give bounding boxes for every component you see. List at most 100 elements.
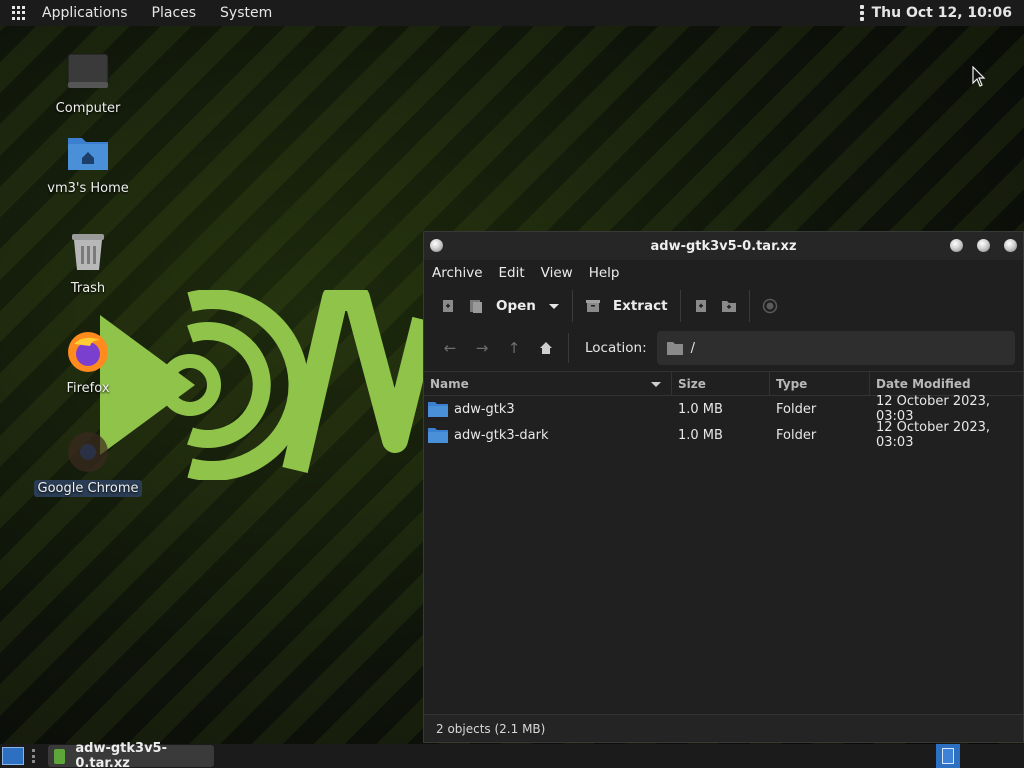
chrome-icon <box>66 430 110 474</box>
home-folder-icon <box>66 130 110 174</box>
window-title: adw-gtk3v5-0.tar.xz <box>650 238 797 254</box>
toolbar: Open Extract <box>424 286 1023 326</box>
file-type: Folder <box>776 427 817 443</box>
extract-button[interactable]: Extract <box>579 291 674 321</box>
file-size: 1.0 MB <box>678 401 723 417</box>
arrow-right-icon: → <box>475 339 489 357</box>
desktop-icon-firefox[interactable]: Firefox <box>33 330 143 397</box>
location-bar: ← → ↑ Location: / <box>424 326 1023 370</box>
status-text: 2 objects (2.1 MB) <box>436 721 546 736</box>
toolbar-separator <box>568 333 569 363</box>
file-list-header: Name Size Type Date Modified <box>424 371 1023 396</box>
file-name: adw-gtk3 <box>454 401 515 417</box>
menu-help[interactable]: Help <box>585 265 632 281</box>
panel-grip-icon <box>32 749 36 763</box>
open-button[interactable]: Open <box>462 291 542 321</box>
window-titlebar[interactable]: adw-gtk3v5-0.tar.xz <box>424 232 1023 260</box>
open-archive-icon <box>470 300 482 313</box>
menu-view[interactable]: View <box>537 265 585 281</box>
file-type: Folder <box>776 401 817 417</box>
home-icon <box>540 342 552 354</box>
archive-manager-icon <box>54 748 66 764</box>
desktop-icon-home[interactable]: vm3's Home <box>33 130 143 197</box>
close-icon[interactable] <box>1004 239 1017 252</box>
column-header-name[interactable]: Name <box>424 371 672 396</box>
file-row[interactable]: adw-gtk3-dark 1.0 MB Folder 12 October 2… <box>424 420 1023 450</box>
home-button[interactable] <box>530 333 562 363</box>
new-archive-icon <box>443 300 453 312</box>
menu-edit[interactable]: Edit <box>495 265 537 281</box>
menubar: Archive Edit View Help <box>424 260 1023 286</box>
location-path: / <box>690 340 696 356</box>
open-dropdown-button[interactable] <box>542 291 566 321</box>
column-header-size-label: Size <box>678 376 706 391</box>
desktop-icon-trash[interactable]: Trash <box>33 230 143 297</box>
add-folder-button[interactable] <box>715 291 743 321</box>
desktop-icon-label: vm3's Home <box>47 181 129 196</box>
toolbar-separator <box>679 290 681 322</box>
toolbar-separator <box>748 290 750 322</box>
workspace-switcher[interactable] <box>936 744 960 768</box>
trash-icon <box>66 230 110 274</box>
top-panel: Applications Places System Thu Oct 12, 1… <box>0 0 1024 26</box>
file-name: adw-gtk3-dark <box>454 427 549 443</box>
menu-archive[interactable]: Archive <box>428 265 495 281</box>
taskbar-item-archive-manager[interactable]: adw-gtk3v5-0.tar.xz <box>48 741 214 768</box>
new-archive-button[interactable] <box>434 291 462 321</box>
applications-menu[interactable]: Applications <box>34 5 136 21</box>
add-folder-icon <box>721 301 736 312</box>
chevron-down-icon <box>548 304 559 309</box>
computer-icon <box>66 50 110 94</box>
desktop-icon-label: Google Chrome <box>33 480 143 497</box>
arrow-left-icon: ← <box>443 339 457 357</box>
extract-label: Extract <box>612 298 668 314</box>
column-header-type[interactable]: Type <box>770 371 870 396</box>
column-header-date[interactable]: Date Modified <box>870 372 1023 396</box>
location-label: Location: <box>585 340 647 356</box>
taskbar-item-label: adw-gtk3v5-0.tar.xz <box>75 741 167 768</box>
panel-menu-icon[interactable] <box>859 5 864 21</box>
file-row[interactable]: adw-gtk3 1.0 MB Folder 12 October 2023, … <box>424 394 1023 424</box>
file-date: 12 October 2023, 03:03 <box>876 420 991 450</box>
places-menu[interactable]: Places <box>144 5 205 21</box>
desktop-icon-chrome[interactable]: Google Chrome <box>33 430 143 497</box>
column-header-name-label: Name <box>430 376 469 391</box>
add-files-button[interactable] <box>687 291 715 321</box>
stop-button[interactable] <box>756 291 784 321</box>
toolbar-separator <box>571 290 573 322</box>
file-size: 1.0 MB <box>678 427 723 443</box>
column-header-date-label: Date Modified <box>876 376 971 391</box>
clock[interactable]: Thu Oct 12, 10:06 <box>872 5 1012 21</box>
mouse-pointer-icon <box>972 66 986 87</box>
stop-icon <box>762 298 777 314</box>
column-header-type-label: Type <box>776 376 808 391</box>
maximize-icon[interactable] <box>977 239 990 252</box>
sort-descending-icon <box>651 381 661 387</box>
folder-icon <box>666 342 683 355</box>
firefox-icon <box>66 330 110 374</box>
back-button[interactable]: ← <box>434 333 466 363</box>
desktop-icon-computer[interactable]: Computer <box>33 50 143 117</box>
up-button[interactable]: ↑ <box>498 333 530 363</box>
desktop-icon-label: Trash <box>70 281 106 296</box>
location-field[interactable]: / <box>656 331 1015 365</box>
desktop-icon-label: Firefox <box>66 381 110 396</box>
open-label: Open <box>496 298 536 314</box>
add-files-icon <box>695 300 706 312</box>
window-menu-icon[interactable] <box>430 239 443 252</box>
file-list: Name Size Type Date Modified adw-gtk3 1.… <box>424 371 1023 715</box>
folder-icon <box>428 402 448 417</box>
applications-grid-icon[interactable] <box>12 6 26 20</box>
bottom-panel: adw-gtk3v5-0.tar.xz <box>0 741 1024 768</box>
mate-logo <box>100 290 425 480</box>
arrow-up-icon: ↑ <box>507 339 521 357</box>
column-header-size[interactable]: Size <box>672 371 770 396</box>
extract-icon <box>585 300 600 312</box>
show-desktop-button[interactable] <box>2 747 24 765</box>
status-bar: 2 objects (2.1 MB) <box>424 714 1023 742</box>
forward-button[interactable]: → <box>466 333 498 363</box>
system-menu[interactable]: System <box>212 5 280 21</box>
folder-icon <box>428 428 448 443</box>
desktop-icon-label: Computer <box>55 101 121 116</box>
minimize-icon[interactable] <box>950 239 963 252</box>
